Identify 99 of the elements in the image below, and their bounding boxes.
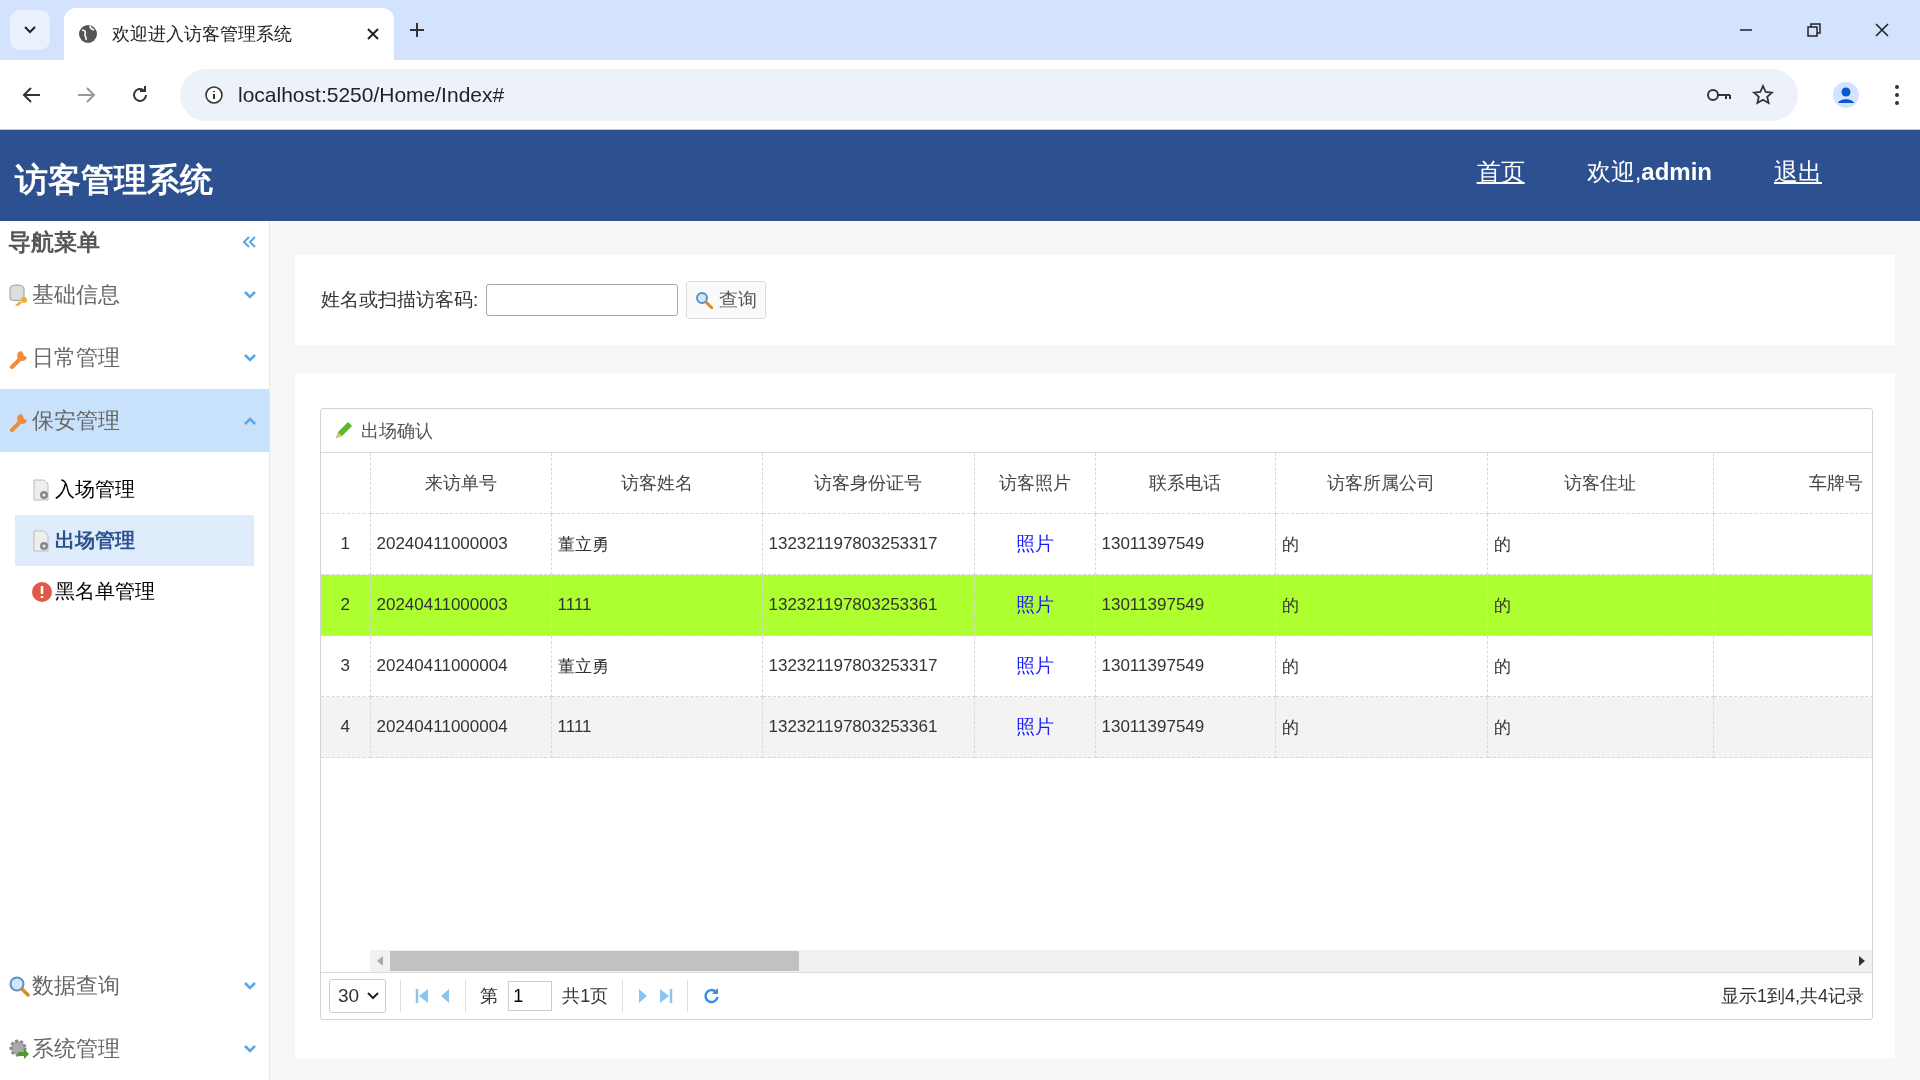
chevron-up-icon: [243, 415, 257, 426]
menu-group[interactable]: 保安管理: [0, 389, 269, 452]
chevron-down-icon: [23, 25, 37, 35]
search-button[interactable]: 查询: [686, 281, 767, 319]
table-row[interactable]: 4 20240411000004 1111 132321197803253361 照片 13011397549 的 的: [321, 696, 1872, 758]
page-label: 第: [480, 985, 499, 1008]
table-cell: 13011397549: [1095, 513, 1275, 575]
url-text: localhost:5250/Home/Index#: [238, 82, 505, 107]
row-number: 1: [321, 513, 370, 575]
table-row[interactable]: 1 20240411000003 董立勇 132321197803253317 照片 13011397549 的 的: [321, 513, 1872, 575]
table-cell: 的: [1487, 696, 1713, 758]
star-icon[interactable]: [1752, 83, 1774, 106]
column-header[interactable]: 访客照片: [974, 453, 1095, 514]
menu-group[interactable]: 基础信息: [0, 263, 269, 326]
nav-link[interactable]: 首页: [1476, 155, 1525, 188]
search-label: 姓名或扫描访客码:: [321, 288, 479, 312]
back-icon[interactable]: [22, 84, 42, 105]
forward-icon[interactable]: [76, 84, 96, 105]
table-cell: 的: [1275, 513, 1487, 575]
menu-item[interactable]: 入场管理: [15, 464, 254, 515]
search-field[interactable]: [486, 284, 679, 316]
row-number: 4: [321, 696, 370, 758]
chevron-down-icon: [243, 289, 257, 300]
pencil-icon: [333, 420, 353, 441]
table-cell: 的: [1487, 635, 1713, 697]
profile-icon[interactable]: [1832, 80, 1860, 109]
column-header[interactable]: 访客身份证号: [762, 453, 974, 514]
photo-link[interactable]: 照片: [1015, 533, 1054, 554]
close-icon[interactable]: [366, 27, 380, 41]
table-cell: 的: [1487, 513, 1713, 575]
table-row[interactable]: 3 20240411000004 董立勇 132321197803253317 照片 13011397549 的 的: [321, 635, 1872, 697]
photo-link[interactable]: 照片: [1015, 716, 1054, 737]
info-icon: [204, 84, 224, 105]
table-cell: 20240411000004: [370, 635, 551, 697]
table-cell: 132321197803253361: [762, 574, 974, 636]
table-cell: 132321197803253361: [762, 696, 974, 758]
menu-item[interactable]: 黑名单管理: [15, 566, 254, 617]
exclamation-icon: [31, 580, 53, 603]
close-icon[interactable]: [1874, 22, 1890, 38]
chevron-down-icon: [243, 1043, 257, 1054]
row-number: 2: [321, 574, 370, 636]
address-field[interactable]: localhost:5250/Home/Index#: [180, 68, 1798, 121]
column-header[interactable]: 来访单号: [370, 453, 551, 514]
menu-group[interactable]: 系统管理: [0, 1017, 269, 1080]
table-cell: 的: [1275, 696, 1487, 758]
refresh-icon[interactable]: [702, 987, 721, 1005]
table-cell: 董立勇: [551, 513, 762, 575]
table-cell: 20240411000003: [370, 513, 551, 575]
key-icon[interactable]: [1706, 86, 1732, 103]
table-cell: 1111: [551, 574, 762, 636]
table-cell: 1111: [551, 696, 762, 758]
row-number: 3: [321, 635, 370, 697]
page-size-select[interactable]: 30: [329, 979, 387, 1013]
plus-icon[interactable]: [408, 21, 426, 39]
column-header[interactable]: 访客所属公司: [1275, 453, 1487, 514]
reload-icon[interactable]: [130, 84, 150, 105]
scrollbar-thumb[interactable]: [390, 951, 800, 971]
browser-tab[interactable]: 欢迎进入访客管理系统: [64, 8, 394, 60]
table-cell: 20240411000003: [370, 574, 551, 636]
page-field[interactable]: 1: [508, 981, 553, 1011]
column-header[interactable]: 访客姓名: [551, 453, 762, 514]
menu-group[interactable]: 日常管理: [0, 326, 269, 389]
table-cell: 的: [1275, 635, 1487, 697]
sidebar-title: 导航菜单: [8, 227, 100, 257]
more-icon[interactable]: [1894, 83, 1900, 106]
photo-link[interactable]: 照片: [1015, 594, 1054, 615]
chevron-down-icon: [367, 992, 380, 1000]
chevron-down-icon: [243, 352, 257, 363]
photo-link[interactable]: 照片: [1015, 655, 1054, 676]
table-cell: 13011397549: [1095, 574, 1275, 636]
column-header[interactable]: 联系电话: [1095, 453, 1275, 514]
gear-arrow-icon: [8, 1037, 30, 1060]
table-cell: 13011397549: [1095, 635, 1275, 697]
restore-icon[interactable]: [1806, 22, 1822, 38]
globe-icon: [78, 24, 98, 44]
chevron-down-icon: [243, 980, 257, 991]
collapse-icon[interactable]: [241, 235, 257, 249]
table-cell: 20240411000004: [370, 696, 551, 758]
menu-group[interactable]: 数据查询: [0, 954, 269, 1017]
scroll-right-icon[interactable]: [1858, 956, 1866, 966]
table-cell: 132321197803253317: [762, 513, 974, 575]
app-title: 访客管理系统: [15, 160, 213, 200]
column-header[interactable]: 访客住址: [1487, 453, 1713, 514]
database-key-icon: [8, 283, 30, 306]
search-icon: [695, 291, 714, 309]
page-count: 共1页: [562, 985, 609, 1008]
table-cell: 132321197803253317: [762, 635, 974, 697]
nav-link[interactable]: 退出: [1774, 155, 1822, 188]
magnifier-icon: [8, 974, 30, 997]
table-cell: 13011397549: [1095, 696, 1275, 758]
table-cell: 的: [1487, 574, 1713, 636]
table-row[interactable]: 2 20240411000003 1111 132321197803253361 照片 13011397549 的 的: [321, 574, 1872, 636]
grid-title: 出场确认: [361, 419, 433, 443]
welcome-text: 欢迎,admin: [1586, 156, 1712, 187]
page-summary: 显示1到4,共4记录: [1720, 985, 1864, 1008]
tab-title: 欢迎进入访客管理系统: [112, 23, 293, 46]
table-cell: 董立勇: [551, 635, 762, 697]
menu-item[interactable]: 出场管理: [15, 515, 254, 566]
table-cell: 的: [1275, 574, 1487, 636]
